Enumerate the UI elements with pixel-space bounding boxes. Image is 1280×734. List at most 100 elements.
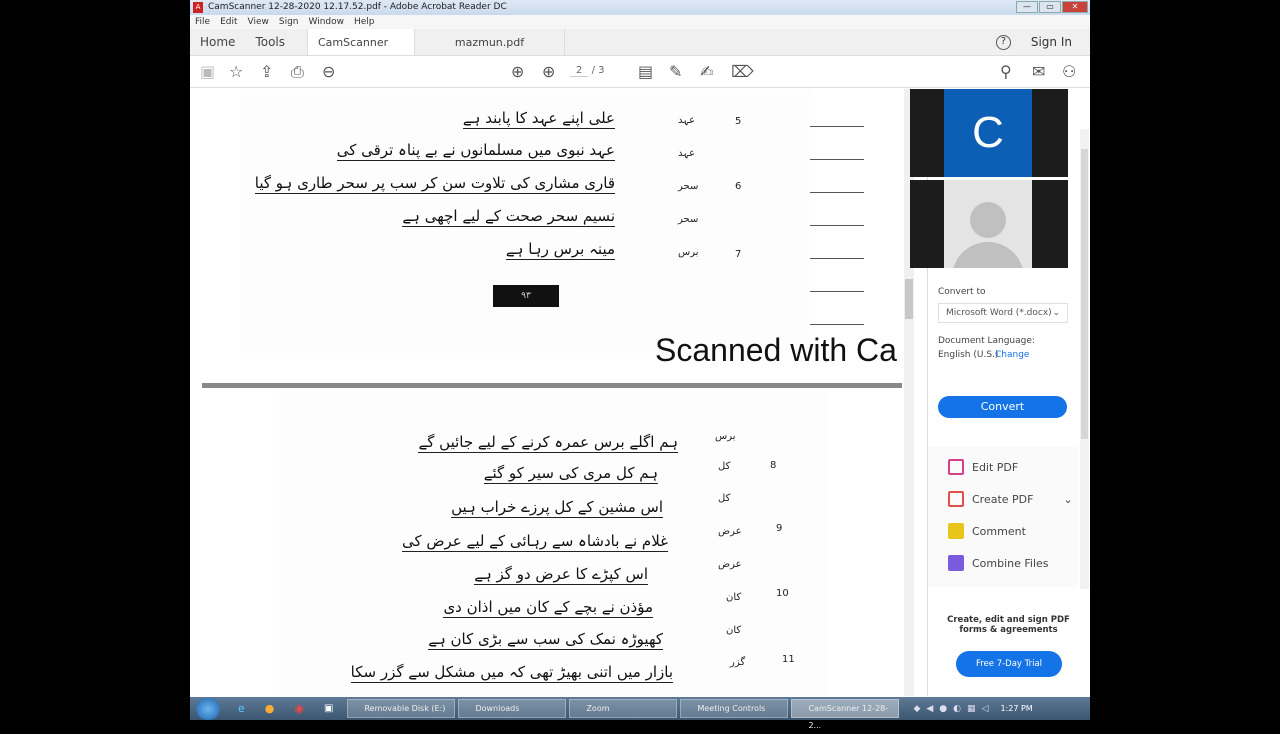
zoom-video-tile-2	[910, 180, 1068, 268]
page-number-label: ۹۳	[493, 285, 559, 307]
free-trial-button[interactable]: Free 7-Day Trial	[956, 651, 1062, 677]
sign-in-link[interactable]: Sign In	[1031, 29, 1072, 56]
menu-file[interactable]: File	[195, 15, 210, 29]
sentence: نسیم سحر صحت کے لیے اچھی ہے	[402, 207, 615, 227]
panel-scrollbar[interactable]	[1080, 129, 1089, 589]
taskbar-camscanner[interactable]: CamScanner 12-28-2...	[791, 699, 900, 730]
question-number: 7	[735, 249, 742, 260]
page-total: / 3	[591, 65, 605, 76]
sentence: ہم اگلے برس عمرہ کرنے کے لیے جائیں گے	[418, 433, 678, 453]
right-panel: C Convert to Microsoft Word (*.docx) ⌄ Do…	[910, 89, 1090, 696]
question-number: 6	[735, 181, 742, 192]
acrobat-window: A CamScanner 12-28-2020 12.17.52.pdf - A…	[190, 0, 1090, 720]
comment-icon	[948, 523, 964, 539]
sentence: علی اپنے عہد کا پابند ہے	[462, 109, 615, 129]
menu-view[interactable]: View	[248, 15, 269, 29]
print-icon[interactable]: ⎙	[291, 62, 304, 82]
word: عہد	[678, 115, 696, 126]
tool-edit-pdf[interactable]: Edit PDF	[948, 459, 1018, 475]
maximize-button[interactable]: ▭	[1039, 1, 1061, 13]
share-icon[interactable]: ⚲	[1000, 62, 1012, 81]
page-number-input[interactable]: 2	[570, 65, 589, 77]
combine-files-icon	[948, 555, 964, 571]
word: کل	[718, 461, 731, 472]
watermark-text: Scanned with Ca	[655, 332, 897, 368]
highlight-icon[interactable]: ✎	[669, 62, 682, 81]
word: برس	[678, 247, 699, 258]
tab-home[interactable]: Home	[190, 29, 245, 55]
tag-icon[interactable]: ⌦	[731, 62, 754, 81]
tool-combine-files[interactable]: Combine Files	[948, 555, 1049, 571]
sentence: اس کپڑے کا عرض دو گز ہے	[474, 565, 648, 585]
word: کل	[718, 493, 731, 504]
taskbar-downloads[interactable]: Downloads	[458, 699, 567, 718]
word: عرض	[718, 526, 742, 537]
question-number: 5	[735, 116, 742, 127]
close-button[interactable]: ✕	[1062, 1, 1088, 13]
menu-help[interactable]: Help	[354, 15, 375, 29]
upload-cloud-icon[interactable]: ⇪	[260, 62, 273, 81]
format-value: Microsoft Word (*.docx)	[946, 308, 1052, 318]
menu-sign[interactable]: Sign	[279, 15, 299, 29]
system-tray-icons[interactable]: ◆◀●◐▦◁	[913, 704, 994, 714]
sentence: بازار میں اتنی بھیڑ تھی کہ میں مشکل سے گ…	[350, 663, 673, 683]
tool-comment[interactable]: Comment	[948, 523, 1026, 539]
edit-pdf-icon	[948, 459, 964, 475]
word: عہد	[678, 148, 696, 159]
menu-edit[interactable]: Edit	[220, 15, 237, 29]
tools-list: Edit PDF Create PDF ⌄ Comment Combine Fil…	[928, 447, 1078, 587]
previous-page-icon[interactable]: ⊕	[511, 62, 524, 81]
convert-button[interactable]: Convert	[938, 396, 1067, 418]
tab-tools[interactable]: Tools	[245, 29, 295, 55]
help-icon[interactable]: ?	[995, 35, 1011, 50]
chevron-down-icon[interactable]: ⌄	[1063, 493, 1072, 506]
taskbar-zoom[interactable]: Zoom	[569, 699, 678, 718]
acrobat-icon: A	[193, 2, 203, 13]
convert-to-label: Convert to	[938, 287, 986, 297]
minimize-button[interactable]: —	[1016, 1, 1038, 13]
taskbar-meeting-controls[interactable]: Meeting Controls	[680, 699, 789, 718]
tab-mazmun[interactable]: mazmun.pdf	[415, 29, 565, 55]
taskbar-removable-disk[interactable]: Removable Disk (E:)	[347, 699, 456, 718]
tool-label: Combine Files	[972, 556, 1049, 570]
question-number: 9	[776, 523, 783, 534]
scroll-thumb[interactable]	[905, 279, 913, 319]
document-view[interactable]: علی اپنے عہد کا پابند ہے عہد نبوی میں مس…	[190, 89, 918, 696]
sentence: عہد نبوی میں مسلمانوں نے بے پناہ ترقی کی	[336, 141, 615, 161]
app-icon[interactable]: ▣	[324, 703, 333, 714]
start-button[interactable]	[196, 697, 220, 720]
window-title: CamScanner 12-28-2020 12.17.52.pdf - Ado…	[208, 2, 507, 12]
change-language-link[interactable]: Change	[995, 350, 1029, 360]
page-1-ruled-edge	[810, 94, 864, 334]
format-select[interactable]: Microsoft Word (*.docx) ⌄	[938, 303, 1068, 323]
sentence: ہم کل مری کی سیر کو گئے	[483, 464, 658, 484]
chrome-icon[interactable]: ◉	[294, 702, 304, 715]
sign-icon[interactable]: ✍	[700, 62, 713, 81]
next-page-icon[interactable]: ⊕	[542, 62, 555, 81]
ie-icon[interactable]: e	[238, 702, 245, 715]
sentence: غلام نے بادشاہ سے رہائی کے لیے عرض کی	[401, 532, 668, 552]
sentence: کھیوڑہ نمک کی سب سے بڑی کان ہے	[428, 630, 663, 650]
bookmark-star-icon[interactable]: ☆	[229, 62, 243, 81]
word: برس	[715, 431, 736, 442]
participant-avatar: C	[944, 89, 1032, 177]
email-icon[interactable]: ✉	[1032, 62, 1045, 81]
question-number: 10	[776, 588, 789, 599]
tool-label: Create PDF	[972, 492, 1034, 506]
sentence: قاری مشاری کی تلاوت سن کر سب پر سحر طاری…	[254, 174, 615, 194]
add-user-icon[interactable]: ⚇	[1062, 62, 1076, 81]
tool-create-pdf[interactable]: Create PDF ⌄	[948, 491, 1073, 507]
menu-window[interactable]: Window	[309, 15, 345, 29]
save-icon[interactable]: ▣	[200, 62, 215, 81]
zoom-out-icon[interactable]: ⊖	[322, 62, 335, 81]
clock[interactable]: 1:27 PM	[1000, 704, 1032, 713]
toolbar: ▣ ☆ ⇪ ⎙ ⊖ ⊕ ⊕ 2 / 3 ▤ ✎ ✍ ⌦ ⚲ ✉ ⚇	[190, 56, 1090, 88]
word: عرض	[718, 559, 742, 570]
tab-camscanner[interactable]: CamScanner 12-28... ×	[307, 29, 415, 76]
comment-icon[interactable]: ▤	[638, 62, 653, 81]
word: سحر	[678, 214, 699, 225]
media-player-icon[interactable]: ●	[265, 702, 275, 715]
language-label: Document Language:	[938, 336, 1035, 346]
sentence: مؤذن نے بچے کے کان میں اذان دی	[443, 598, 653, 618]
promo-text: Create, edit and sign PDF forms & agreem…	[947, 615, 1070, 635]
